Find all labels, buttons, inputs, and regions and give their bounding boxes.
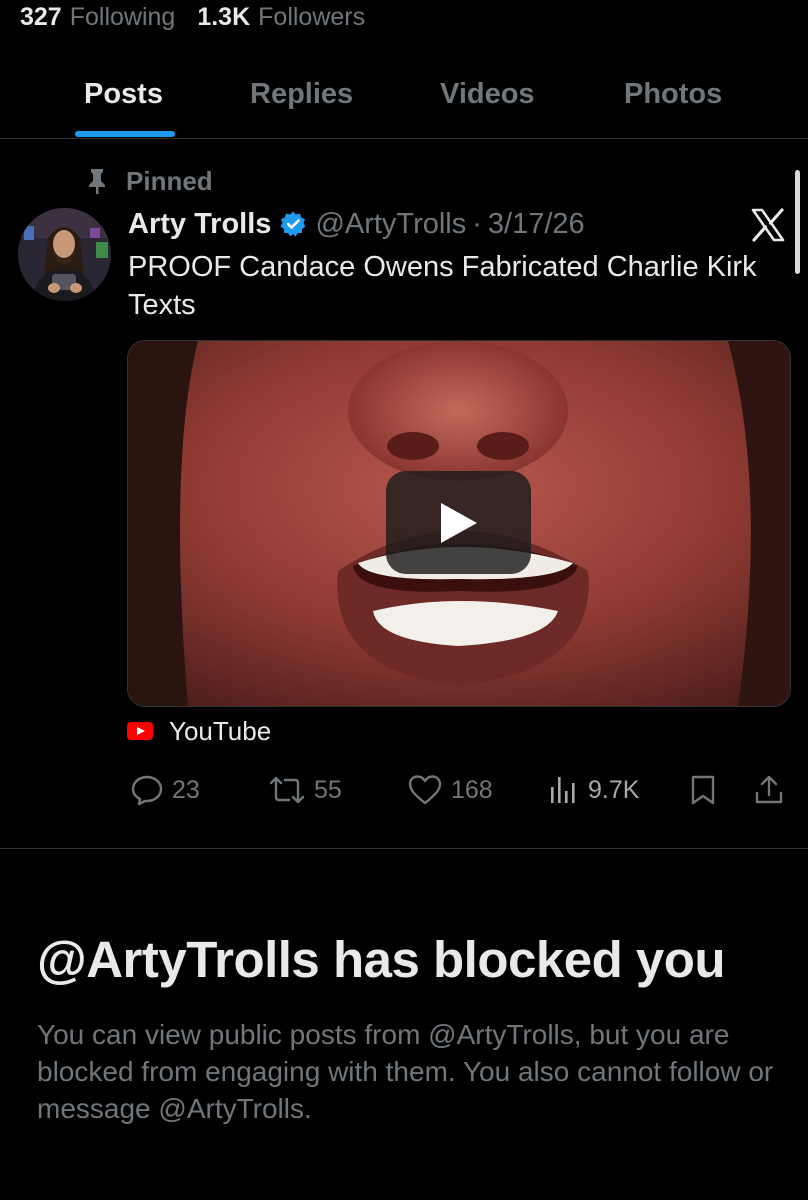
reply-icon [131,775,163,806]
following-count[interactable]: 327 [20,3,62,32]
separator-dot: · [472,207,482,240]
play-button[interactable] [386,471,531,574]
share-button[interactable] [752,770,794,810]
media-source[interactable]: YouTube [127,714,271,748]
profile-tabs: Posts Replies Videos Photos [0,62,808,139]
blocked-description: You can view public posts from @ArtyTrol… [37,1019,774,1124]
view-count: 9.7K [588,775,640,804]
scrollbar[interactable] [795,170,800,274]
tab-replies[interactable]: Replies [250,78,353,111]
x-logo-icon [748,205,788,245]
like-icon [408,775,442,805]
section-divider [0,848,808,849]
author-handle[interactable]: @ArtyTrolls [315,208,466,241]
pinned-label: Pinned [126,165,213,196]
views-icon [551,777,575,803]
followers-count[interactable]: 1.3K [197,3,250,32]
pinned-indicator: Pinned [86,164,213,198]
post-text: PROOF Candace Owens Fabricated Charlie K… [128,251,757,321]
repost-count: 55 [314,775,342,804]
video-thumbnail[interactable] [127,340,791,707]
avatar[interactable] [18,208,111,301]
pin-icon [89,169,105,194]
reply-count: 23 [172,775,200,804]
tab-videos[interactable]: Videos [440,78,535,111]
like-count: 168 [451,775,493,804]
reply-button[interactable]: 23 [130,770,200,810]
tab-posts[interactable]: Posts [84,78,163,111]
repost-button[interactable]: 55 [268,770,342,810]
youtube-icon [127,722,153,740]
bookmark-button[interactable] [688,770,726,810]
media-source-label: YouTube [169,715,272,746]
tab-photos[interactable]: Photos [624,78,722,111]
blocked-title: @ArtyTrolls has blocked you [37,931,726,988]
play-icon [440,502,477,543]
bookmark-icon [691,775,715,805]
post-header: Arty Trolls @ArtyTrolls · 3/17/26 [128,204,585,244]
profile-stats: 327 Following 1.3K Followers [20,0,387,34]
like-button[interactable]: 168 [407,770,493,810]
following-label[interactable]: Following [70,3,176,32]
post-actions: 23 55 168 9.7K [0,770,808,810]
active-tab-indicator [75,131,175,137]
repost-icon [269,776,305,804]
followers-label[interactable]: Followers [258,3,365,32]
verified-badge-icon [279,210,307,238]
views-button[interactable]: 9.7K [548,770,639,810]
share-icon [755,775,783,804]
author-name[interactable]: Arty Trolls [128,208,271,241]
post-date[interactable]: 3/17/26 [488,208,585,241]
